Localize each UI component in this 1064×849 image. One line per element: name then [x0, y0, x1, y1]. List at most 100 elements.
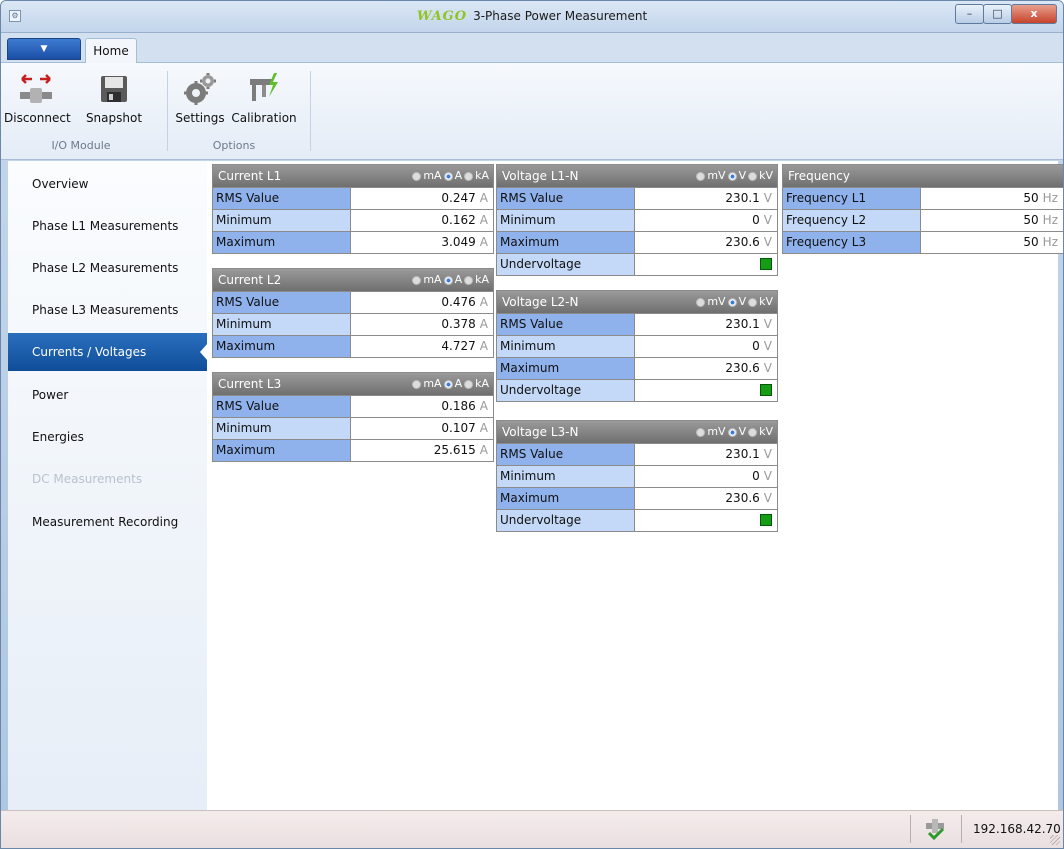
panel-header: Voltage L3-N mV V kV — [497, 421, 777, 443]
unit-radio-v[interactable] — [727, 427, 737, 437]
sidebar-item-phase-l3[interactable]: Phase L3 Measurements — [8, 291, 207, 329]
unit-radio-mv[interactable] — [696, 171, 706, 181]
unit-radio-kv[interactable] — [748, 171, 758, 181]
unit-radio-v[interactable] — [727, 297, 737, 307]
row-value: 0V — [635, 210, 777, 231]
unit-radio-ma[interactable] — [412, 379, 422, 389]
group-label-options: Options — [212, 139, 256, 152]
row-label: Undervoltage — [497, 510, 635, 531]
table-row: Undervoltage — [497, 253, 777, 275]
application-menu-button[interactable]: ▼ — [7, 38, 81, 60]
row-value: 3.049 A — [351, 232, 493, 253]
panel-title: Voltage L3-N — [502, 425, 579, 439]
unit-selector: mA A kA — [410, 165, 489, 187]
unit-radio-a[interactable] — [443, 275, 453, 285]
sidebar-item-phase-l2[interactable]: Phase L2 Measurements — [8, 249, 207, 287]
unit-radio-ma[interactable] — [412, 275, 422, 285]
row-label: Maximum — [497, 488, 635, 509]
unit-radio-a[interactable] — [443, 171, 453, 181]
row-value — [635, 510, 777, 531]
panel-header: Voltage L2-N mV V kV — [497, 291, 777, 313]
row-value: 50 Hz — [921, 232, 1063, 253]
value-unit: A — [479, 421, 488, 435]
panel-title: Voltage L1-N — [502, 169, 579, 183]
sidebar-item-dc-measurements: DC Measurements — [32, 472, 143, 486]
sidebar-item-phase-l1[interactable]: Phase L1 Measurements — [8, 207, 207, 245]
row-value: 230.1 V — [635, 188, 777, 209]
disconnect-button[interactable]: Disconnect — [4, 69, 71, 125]
value-text: 50 — [1023, 235, 1039, 249]
status-separator — [961, 815, 962, 843]
row-label: Frequency L3 — [783, 232, 921, 253]
calibration-button[interactable]: Calibration — [226, 69, 302, 125]
unit-radio-mv[interactable] — [696, 427, 706, 437]
maximize-button[interactable]: □ — [983, 4, 1012, 24]
unit-radio-kv[interactable] — [748, 297, 758, 307]
value-text: 4.727 — [441, 339, 476, 353]
unit-radio-ka[interactable] — [464, 171, 474, 181]
unit-radio-ka[interactable] — [464, 379, 474, 389]
sidebar-item-currents-voltages[interactable]: Currents / Voltages — [8, 333, 208, 371]
sidebar-item-energies[interactable]: Energies — [8, 418, 207, 456]
row-label: RMS Value — [213, 292, 351, 313]
row-label: Maximum — [213, 440, 351, 461]
value-text: 230.6 — [725, 491, 760, 505]
row-label: Minimum — [497, 210, 635, 231]
undervoltage-indicator — [760, 258, 772, 270]
row-value: 50 Hz — [921, 188, 1063, 209]
table-row: RMS Value 230.1 V — [497, 313, 777, 335]
row-label: RMS Value — [213, 188, 351, 209]
table-row: Minimum 0.107 A — [213, 417, 493, 439]
panel-header: Current L2 mA A kA — [213, 269, 493, 291]
disconnect-icon — [4, 69, 68, 109]
window-title-text: 3-Phase Power Measurement — [473, 9, 648, 23]
sidebar-item-measurement-recording[interactable]: Measurement Recording — [8, 503, 207, 541]
unit-radio-mv[interactable] — [696, 297, 706, 307]
unit-label: A — [454, 273, 463, 286]
unit-label: mV — [707, 169, 726, 182]
row-value: 4.727 A — [351, 336, 493, 357]
table-row: Maximum 3.049 A — [213, 231, 493, 253]
table-row: Undervoltage — [497, 379, 777, 401]
unit-radio-kv[interactable] — [748, 427, 758, 437]
sidebar-item-power[interactable]: Power — [8, 376, 207, 414]
unit-radio-ma[interactable] — [412, 171, 422, 181]
row-value: 230.1 V — [635, 444, 777, 465]
row-value: 0.378 A — [351, 314, 493, 335]
row-label: Minimum — [213, 210, 351, 231]
unit-selector: mV V kV — [694, 165, 773, 187]
table-row: Frequency L2 50 Hz — [783, 209, 1063, 231]
settings-button[interactable]: Settings — [175, 69, 225, 125]
unit-radio-a[interactable] — [443, 379, 453, 389]
panel-current-l1: Current L1 mA A kA RMS Value 0.247 A Minim… — [212, 164, 494, 254]
unit-label: V — [738, 425, 747, 438]
dropdown-arrow-icon: ▼ — [40, 44, 48, 54]
panel-voltage-l3: Voltage L3-N mV V kV RMS Value 230.1 V Min… — [496, 420, 778, 532]
unit-label: A — [454, 169, 463, 182]
value-unit: V — [763, 317, 772, 331]
row-label: Maximum — [213, 232, 351, 253]
undervoltage-indicator — [760, 514, 772, 526]
value-text: 0.378 — [441, 317, 476, 331]
snapshot-button[interactable]: Snapshot — [70, 69, 158, 125]
row-value: 230.1 V — [635, 314, 777, 335]
main-content: Current L1 mA A kA RMS Value 0.247 A Minim… — [207, 161, 1063, 811]
unit-radio-ka[interactable] — [464, 275, 474, 285]
close-button[interactable]: x — [1011, 4, 1057, 24]
table-row: Minimum 0 V — [497, 465, 777, 487]
tab-home[interactable]: Home — [85, 38, 137, 64]
row-value: 0V — [635, 336, 777, 357]
value-unit: A — [479, 339, 488, 353]
minimize-button[interactable]: – — [955, 4, 984, 24]
resize-grip[interactable] — [1050, 835, 1060, 845]
undervoltage-indicator — [760, 384, 772, 396]
table-row: Frequency L1 50 Hz — [783, 187, 1063, 209]
unit-label: mA — [423, 273, 442, 286]
unit-radio-v[interactable] — [727, 171, 737, 181]
value-text: 230.6 — [725, 361, 760, 375]
row-label: Minimum — [213, 418, 351, 439]
table-row: Maximum 4.727 A — [213, 335, 493, 357]
sidebar-item-overview[interactable]: Overview — [8, 165, 207, 203]
unit-label: kV — [759, 169, 773, 182]
unit-label: mA — [423, 169, 442, 182]
